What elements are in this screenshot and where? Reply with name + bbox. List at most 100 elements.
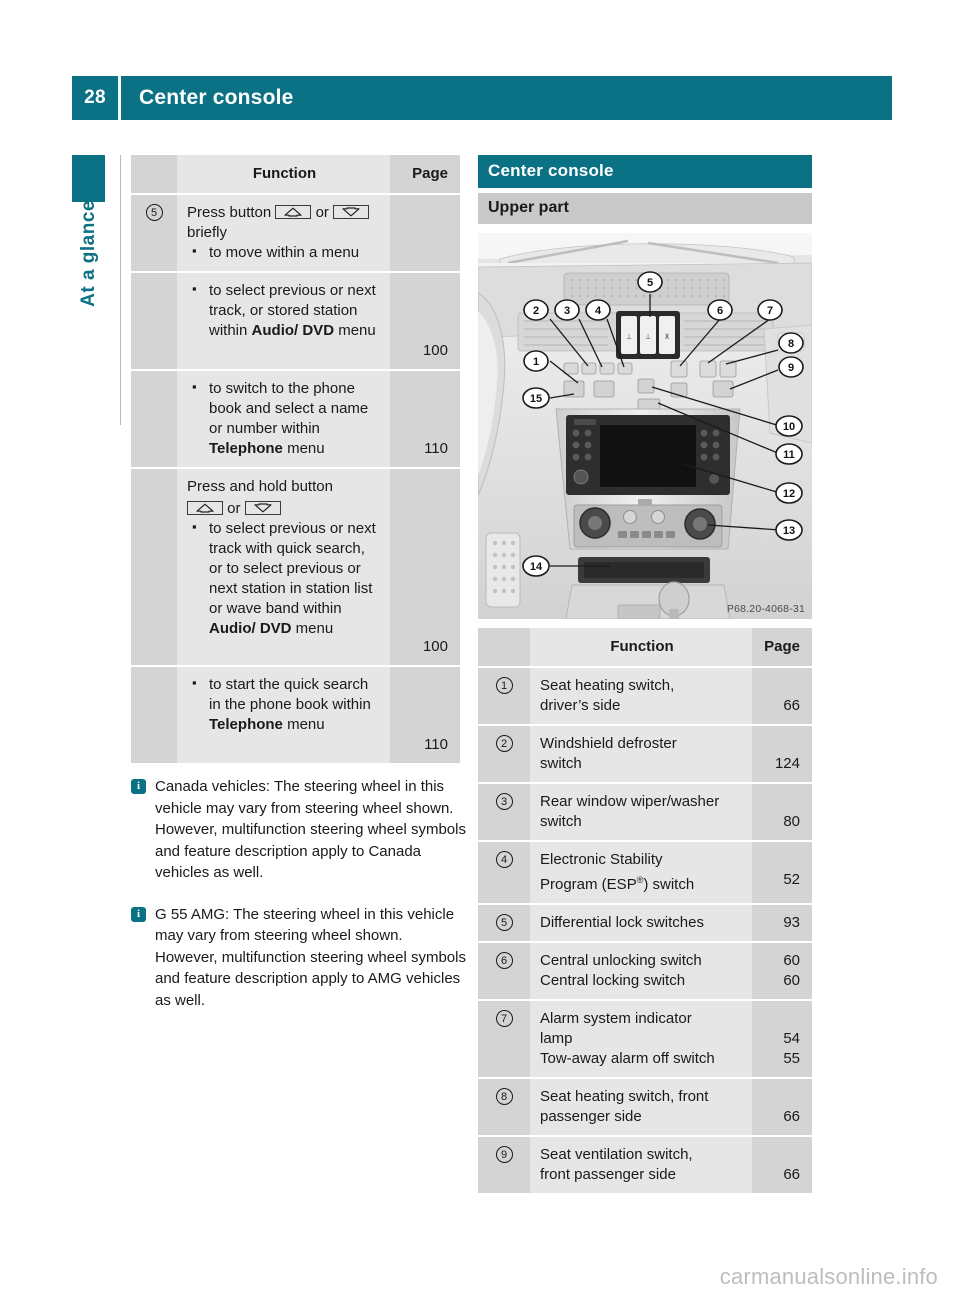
- callout-number: 9: [495, 1146, 513, 1163]
- list-item-text-a: to select previous or next track with qu…: [209, 520, 376, 617]
- info-note-text: Canada vehicles: The steering wheel in t…: [155, 778, 466, 881]
- row-function-cell: Alarm system indicator lamp Tow-away ala…: [530, 999, 752, 1078]
- function-line: passenger side: [540, 1108, 642, 1125]
- row-index-cell: [131, 467, 177, 666]
- key-separator-label: or: [315, 204, 329, 221]
- subsection-title: Upper part: [478, 193, 812, 224]
- function-line: front passenger side: [540, 1166, 676, 1183]
- info-notes: i Canada vehicles: The steering wheel in…: [131, 776, 469, 1031]
- row-function-cell: Central unlocking switch Central locking…: [530, 941, 752, 1000]
- row-page-cell: 110: [390, 665, 460, 763]
- page-number-value: 66: [783, 697, 800, 714]
- callout-number: 6: [495, 952, 513, 969]
- row-function-cell: Press and hold button or to select previ…: [177, 467, 390, 666]
- function-line: Seat heating switch, front: [540, 1088, 709, 1105]
- row-function-cell: Differential lock switches: [530, 903, 752, 942]
- table-row: 5 Differential lock switches 93: [478, 903, 812, 942]
- row-page-cell: 66: [752, 1135, 812, 1193]
- page-number-value: [752, 1087, 800, 1107]
- page-number: 28: [84, 87, 106, 108]
- page-number-value: 100: [422, 342, 448, 359]
- page-number-value: 66: [783, 1166, 800, 1183]
- header-index: [478, 628, 530, 667]
- press-button-line: Press button or: [187, 203, 382, 223]
- row-page-cell: 66: [752, 1077, 812, 1136]
- row-function-cell: Rear window wiper/washer switch: [530, 782, 752, 841]
- row-function-cell: to select previous or next track, or sto…: [177, 271, 390, 370]
- press-hold-label: Press and hold button: [187, 478, 333, 495]
- table-row: 5 Press button or briefly ▪ to move with…: [131, 193, 460, 272]
- row-page-cell: 93: [752, 903, 812, 942]
- row-index-cell: 1: [478, 666, 530, 725]
- callout-number: 4: [495, 851, 513, 868]
- chapter-tab-label: At a glance: [72, 200, 105, 380]
- bullet-list: to move within a menu: [187, 241, 382, 263]
- row-index-cell: 2: [478, 724, 530, 783]
- bullet-list: to start the quick search in the phone b…: [187, 673, 382, 735]
- table-row: 2 Windshield defroster switch 124: [478, 724, 812, 783]
- info-note: i G 55 AMG: The steering wheel in this v…: [131, 904, 469, 1012]
- function-line: lamp: [540, 1030, 573, 1047]
- row-index-cell: 4: [478, 840, 530, 904]
- svg-text:⊼: ⊼: [664, 333, 669, 341]
- list-item-text-bold: Audio/ DVD: [251, 322, 335, 339]
- header-index: [131, 155, 177, 194]
- list-item: to switch to the phone book and select a…: [187, 377, 382, 459]
- row-index-cell: 3: [478, 782, 530, 841]
- svg-text:7: 7: [767, 305, 773, 317]
- page-number-value: 60: [783, 952, 800, 969]
- header-page: Page: [390, 155, 460, 194]
- header-page: Page: [752, 628, 812, 667]
- function-line: Electronic Stability: [540, 851, 663, 868]
- page-number-value: 52: [783, 871, 800, 888]
- callout-number: 5: [495, 914, 513, 931]
- page-number-value: 110: [424, 736, 448, 753]
- svg-text:8: 8: [788, 338, 794, 350]
- press-hold-keys: or: [187, 499, 382, 519]
- function-line: switch: [540, 813, 582, 830]
- list-item-text-bold: Audio/ DVD: [209, 620, 292, 637]
- page-number-value: 100: [422, 638, 448, 655]
- function-line: driver’s side: [540, 697, 621, 714]
- row-function-cell: Seat ventilation switch, front passenger…: [530, 1135, 752, 1193]
- function-line: switch: [540, 755, 582, 772]
- page-number-value: [752, 734, 800, 754]
- svg-text:12: 12: [783, 488, 795, 500]
- table-row: 6 Central unlocking switch Central locki…: [478, 941, 812, 1000]
- row-index-cell: 6: [478, 941, 530, 1000]
- list-item-text-a: to switch to the phone book and select a…: [209, 380, 369, 437]
- arrow-down-key-icon: [244, 501, 281, 516]
- row-page-cell: 52: [752, 840, 812, 904]
- function-line: Differential lock switches: [540, 914, 704, 931]
- list-item-text-b: menu: [334, 322, 376, 339]
- table-header-row: Function Page: [478, 628, 812, 667]
- list-item: to select previous or next track, or sto…: [187, 279, 382, 341]
- right-function-table: Function Page 1 Seat heating switch, dri…: [478, 628, 812, 1193]
- chapter-tab-marker: [72, 155, 105, 202]
- svg-text:6: 6: [717, 305, 723, 317]
- table-row: 4 Electronic Stability Program (ESP®) sw…: [478, 840, 812, 904]
- function-line: Seat heating switch,: [540, 677, 675, 694]
- row-index-cell: [131, 369, 177, 468]
- row-page-cell: 100: [390, 467, 460, 666]
- callout-number: 3: [495, 793, 513, 810]
- left-column: Function Page 5 Press button or briefly …: [131, 155, 460, 763]
- arrow-up-key-icon: [275, 205, 312, 220]
- registered-trademark-symbol: ®: [636, 875, 644, 885]
- page-header: 28 Center console: [72, 76, 892, 120]
- function-line: Central unlocking switch: [540, 952, 702, 969]
- callout-number: 1: [495, 677, 513, 694]
- page-title: Center console: [139, 86, 294, 109]
- center-console-illustration: ⊥ ⊥ ⊼ 1 2 3 4 5 6 7 8 9 10 11 12 13 14 1…: [478, 233, 812, 619]
- svg-text:⊥: ⊥: [626, 334, 632, 341]
- page-number-value: 54: [783, 1030, 800, 1047]
- row-index-cell: 8: [478, 1077, 530, 1136]
- page-number-value: [752, 1009, 800, 1029]
- right-column: Center console Upper part ⊥ ⊥ ⊼ 1 2 3 4 …: [478, 155, 812, 1193]
- page-number-value: 66: [783, 1108, 800, 1125]
- svg-text:9: 9: [788, 362, 794, 374]
- svg-text:⊥: ⊥: [645, 334, 651, 341]
- bullet-list: to select previous or next track, or sto…: [187, 279, 382, 341]
- info-icon: i: [131, 906, 146, 922]
- list-item-text-bold: Telephone: [209, 716, 283, 733]
